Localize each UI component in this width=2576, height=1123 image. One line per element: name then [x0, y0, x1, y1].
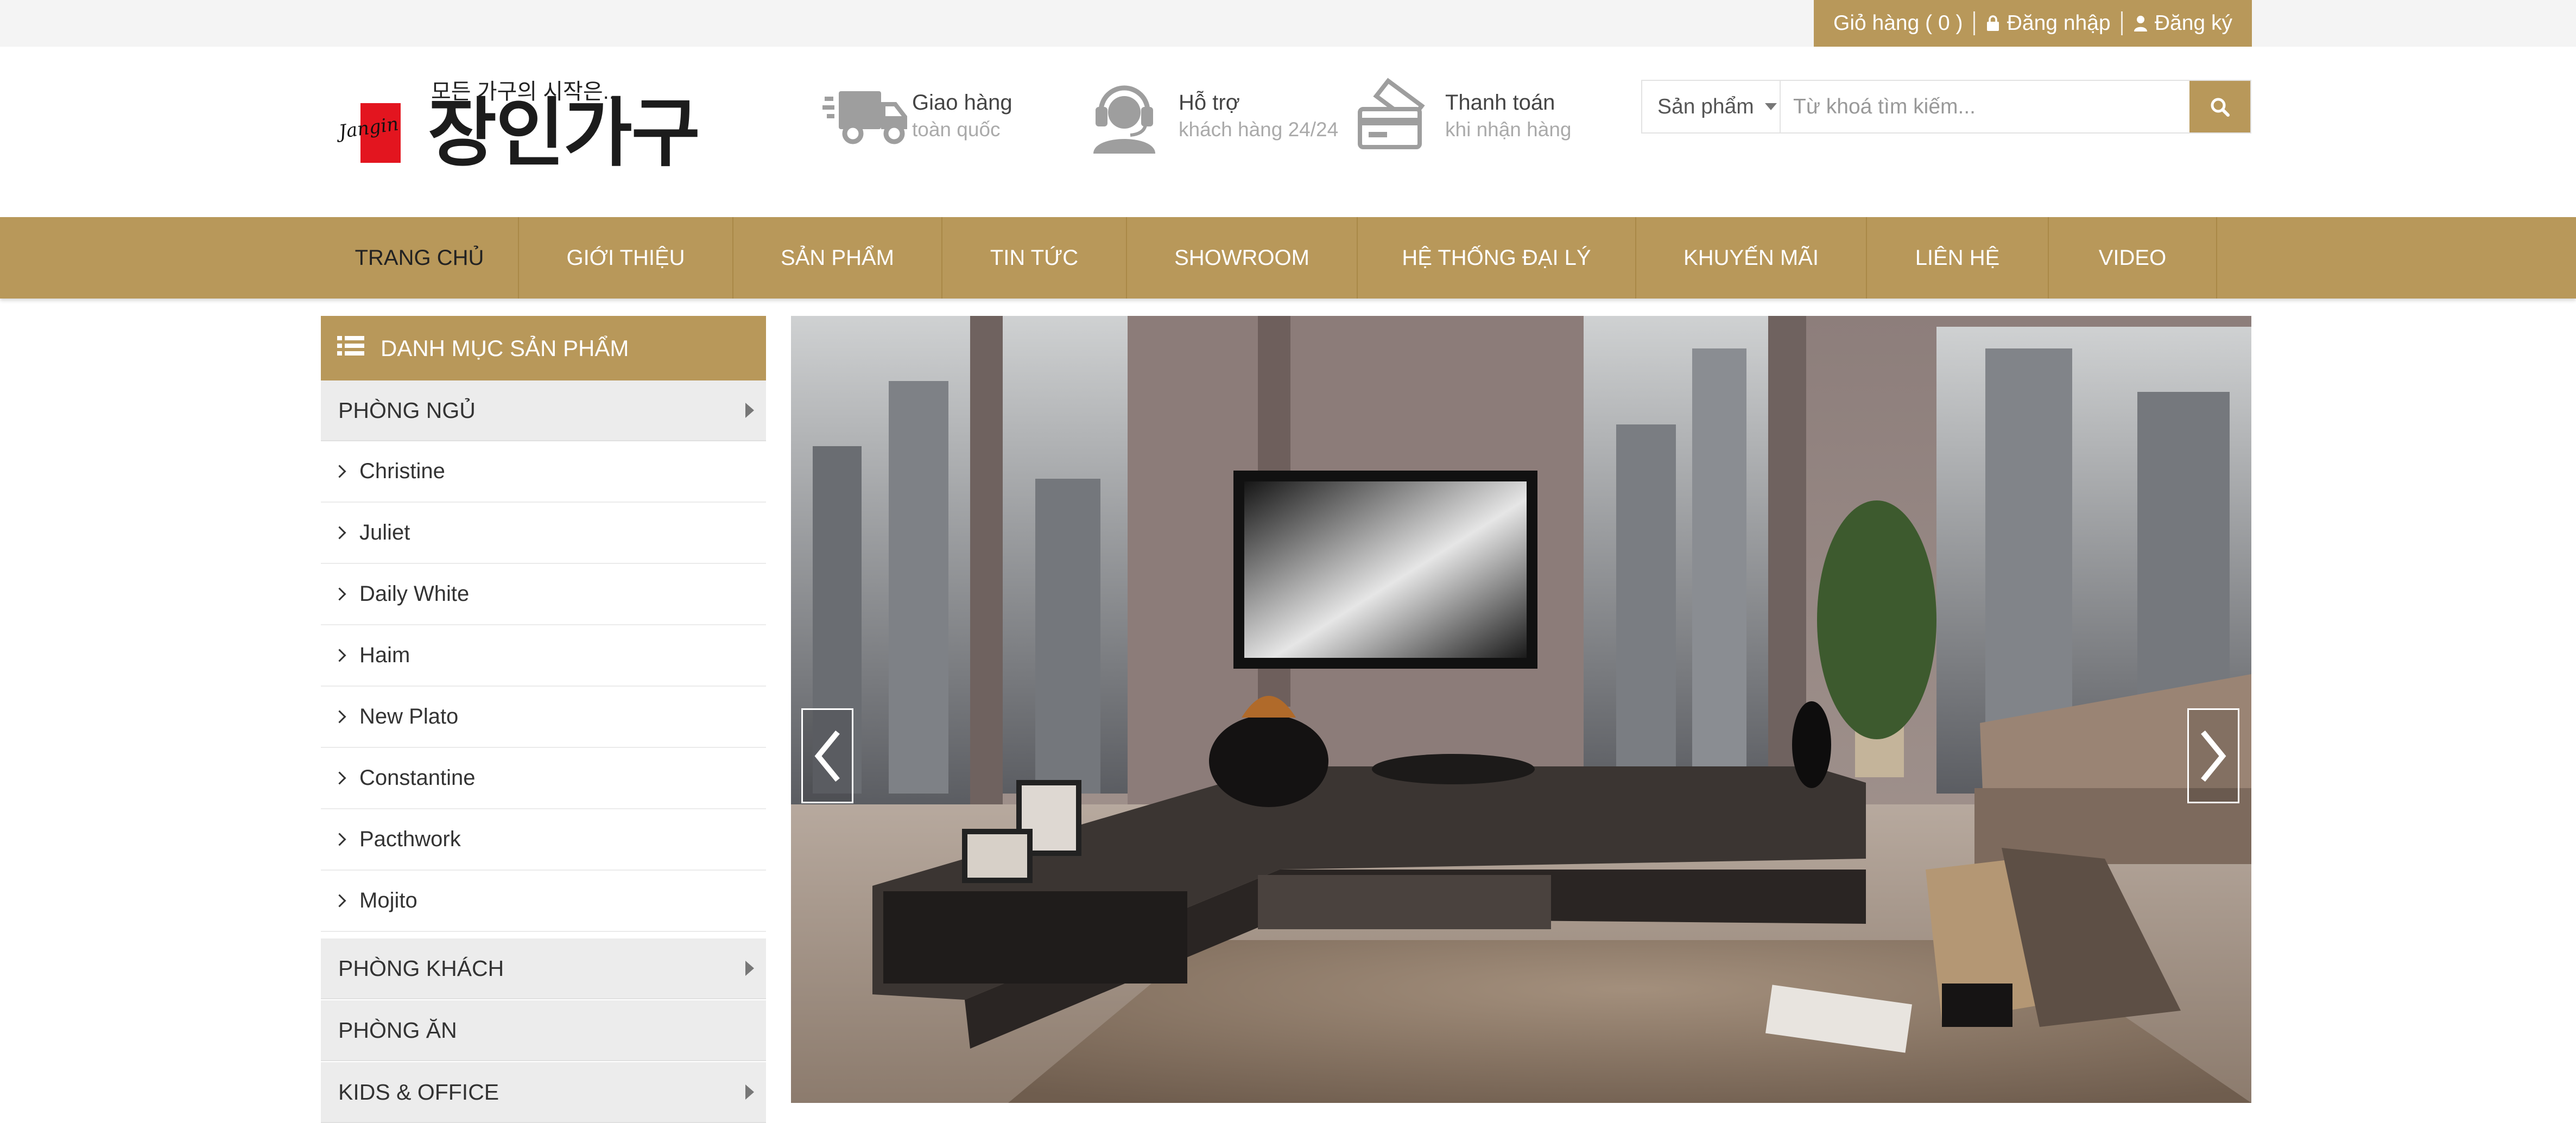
chevron-left-icon [814, 730, 840, 782]
nav-item-about[interactable]: GIỚI THIỆU [519, 217, 733, 299]
user-icon [2134, 16, 2147, 31]
feature-support: Hỗ trợ khách hàng 24/24 [1089, 75, 1338, 156]
category-label: PHÒNG KHÁCH [338, 955, 504, 981]
search-button[interactable] [2189, 81, 2250, 132]
login-link[interactable]: Đăng nhập [1985, 11, 2111, 35]
feature-subtitle: toàn quốc [912, 118, 1001, 141]
headset-icon [1089, 75, 1179, 156]
nav-item-home[interactable]: TRANG CHỦ [321, 217, 519, 299]
feature-delivery: Giao hàng toàn quốc [822, 75, 1012, 156]
top-bar: Giỏ hàng ( 0 ) Đăng nhập Đăng ký [0, 0, 2576, 47]
subitem-label: Daily White [359, 582, 470, 606]
sidebar-subitem[interactable]: Juliet [321, 503, 766, 564]
sidebar-subitem[interactable]: Haim [321, 625, 766, 687]
list-icon [337, 335, 364, 362]
slider-prev-button[interactable] [801, 708, 853, 803]
hero-slider[interactable] [791, 316, 2251, 1103]
account-bar: Giỏ hàng ( 0 ) Đăng nhập Đăng ký [1814, 0, 2252, 47]
caret-right-icon [745, 961, 754, 976]
search-category-select[interactable]: Sản phẩm [1642, 81, 1781, 132]
register-label: Đăng ký [2154, 11, 2232, 35]
sidebar-subitem[interactable]: Constantine [321, 748, 766, 809]
divider [1973, 11, 1975, 35]
sidebar-subitem[interactable]: Pacthwork [321, 809, 766, 871]
search-input[interactable] [1782, 81, 2198, 132]
truck-icon [822, 75, 912, 156]
sidebar-category-bedroom[interactable]: PHÒNG NGỦ [321, 380, 766, 441]
category-label: PHÒNG ĂN [338, 1017, 457, 1043]
subitem-label: Juliet [359, 521, 410, 544]
subitem-label: Pacthwork [359, 827, 461, 851]
nav-item-news[interactable]: TIN TỨC [942, 217, 1127, 299]
chevron-right-icon [333, 710, 346, 724]
chevron-right-icon [333, 649, 346, 662]
caret-right-icon [745, 1084, 754, 1100]
chevron-right-icon [333, 465, 346, 478]
chevron-right-icon [333, 833, 346, 846]
feature-subtitle: khách hàng 24/24 [1179, 118, 1339, 141]
chevron-right-icon [333, 771, 346, 785]
feature-subtitle: khi nhận hàng [1445, 118, 1572, 141]
caret-down-icon [1764, 103, 1777, 110]
chevron-right-icon [333, 894, 346, 908]
feature-title: Giao hàng [912, 90, 1012, 115]
site-logo[interactable]: 모든 가구의 시작은... Jangin 장인가구 [337, 71, 749, 175]
chevron-right-icon [333, 526, 346, 540]
subitem-label: New Plato [359, 705, 459, 728]
search-bar: Sản phẩm [1641, 80, 2251, 134]
subitem-label: Mojito [359, 889, 417, 912]
sidebar-category-kids-office[interactable]: KIDS & OFFICE [321, 1062, 766, 1123]
chevron-right-icon [333, 587, 346, 601]
subitem-label: Constantine [359, 766, 476, 790]
nav-item-promotions[interactable]: KHUYẾN MÃI [1636, 217, 1867, 299]
main-nav: TRANG CHỦ GIỚI THIỆU SẢN PHẨM TIN TỨC SH… [0, 217, 2576, 299]
chevron-right-icon [2201, 730, 2226, 782]
login-label: Đăng nhập [2007, 11, 2111, 35]
divider [2121, 11, 2123, 35]
search-icon [2211, 98, 2230, 117]
feature-title: Thanh toán [1445, 90, 1555, 115]
lock-icon [1986, 15, 1999, 31]
nav-item-showroom[interactable]: SHOWROOM [1127, 217, 1358, 299]
nav-item-video[interactable]: VIDEO [2049, 217, 2217, 299]
caret-right-icon [745, 403, 754, 418]
category-label: KIDS & OFFICE [338, 1079, 499, 1105]
category-label: PHÒNG NGỦ [338, 397, 476, 423]
nav-item-dealers[interactable]: HỆ THỐNG ĐẠI LÝ [1358, 217, 1636, 299]
slider-next-button[interactable] [2187, 708, 2239, 803]
feature-payment: Thanh toán khi nhận hàng [1356, 75, 1571, 156]
cart-link[interactable]: Giỏ hàng ( 0 ) [1833, 11, 1963, 35]
register-link[interactable]: Đăng ký [2133, 11, 2232, 35]
sidebar-category-dining-room[interactable]: PHÒNG ĂN [321, 1000, 766, 1061]
payment-card-icon [1356, 75, 1445, 156]
sidebar-subitem[interactable]: New Plato [321, 687, 766, 748]
feature-title: Hỗ trợ [1179, 90, 1240, 115]
sidebar-category-living-room[interactable]: PHÒNG KHÁCH [321, 938, 766, 999]
subitem-label: Christine [359, 459, 445, 483]
subitem-label: Haim [359, 643, 410, 667]
sidebar-subitem[interactable]: Christine [321, 441, 766, 503]
slide-image [791, 316, 2251, 1103]
sidebar-title: DANH MỤC SẢN PHẨM [381, 335, 629, 361]
logo-brand-text: 장인가구 [428, 92, 700, 175]
sidebar-subitem[interactable]: Daily White [321, 564, 766, 625]
sidebar-header: DANH MỤC SẢN PHẨM [321, 316, 766, 380]
nav-item-products[interactable]: SẢN PHẨM [733, 217, 942, 299]
cart-label: Giỏ hàng ( 0 ) [1833, 11, 1963, 35]
search-category-label: Sản phẩm [1657, 94, 1754, 118]
nav-item-contact[interactable]: LIÊN HỆ [1867, 217, 2049, 299]
sidebar-subitem[interactable]: Mojito [321, 871, 766, 932]
